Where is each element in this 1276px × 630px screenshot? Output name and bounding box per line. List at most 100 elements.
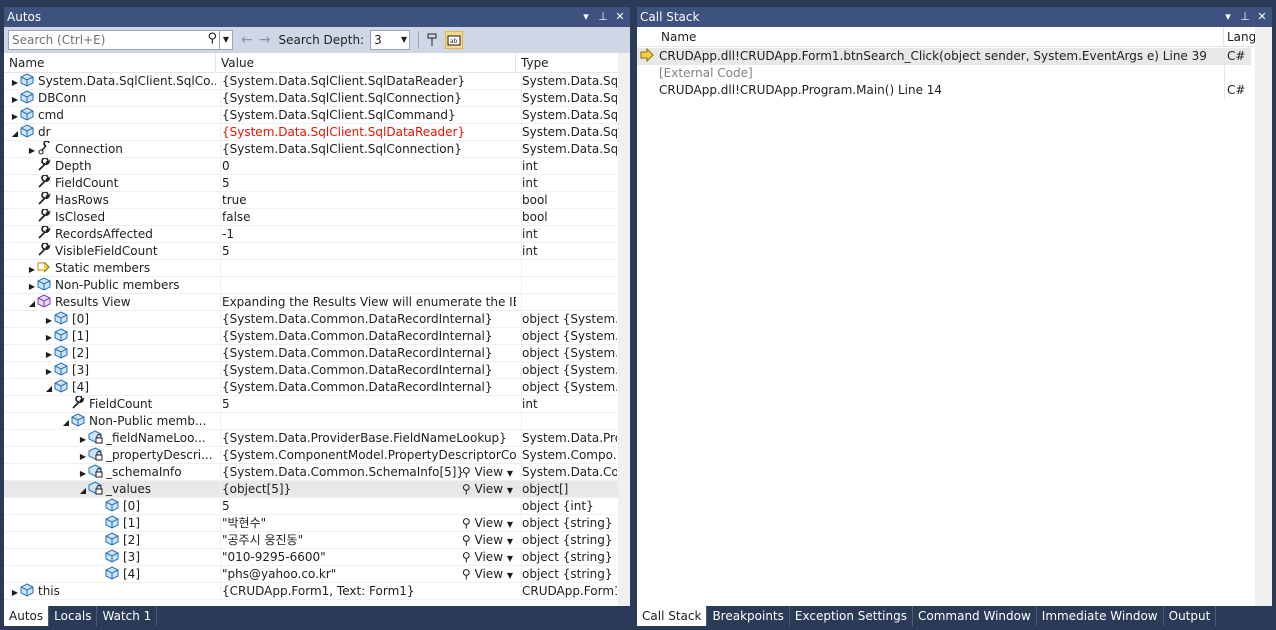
- table-row[interactable]: ▶ System.Data.SqlClient.SqlCo... {System.D…: [4, 73, 630, 90]
- column-value[interactable]: Value: [216, 53, 516, 73]
- callstack-row[interactable]: CRUDApp.dll!CRUDApp.Form1.btnSearch_Clic…: [637, 47, 1251, 65]
- table-row[interactable]: RecordsAffected -1 int: [4, 226, 630, 243]
- search-icon[interactable]: ⚲: [207, 31, 217, 46]
- view-button[interactable]: ⚲ View ▼: [462, 566, 513, 583]
- expand-arrow-icon[interactable]: ▶: [10, 91, 20, 107]
- table-row[interactable]: FieldCount 5 int: [4, 396, 630, 413]
- table-row[interactable]: [2] "공주시 웅진동" ⚲ View ▼ object {string}: [4, 532, 630, 549]
- table-row[interactable]: ▶ _propertyDescri... {System.ComponentMode…: [4, 447, 630, 464]
- view-button[interactable]: ⚲ View ▼: [462, 515, 513, 532]
- expand-arrow-icon[interactable]: ▶: [10, 74, 20, 90]
- column-name[interactable]: Name: [653, 27, 1224, 47]
- table-row[interactable]: ◢ _values {object[5]} ⚲ View ▼ object[]: [4, 481, 630, 498]
- table-row[interactable]: ◢ Non-Public memb...: [4, 413, 630, 430]
- table-row[interactable]: ▶ [3] {System.Data.Common.DataRecordIntern…: [4, 362, 630, 379]
- expand-arrow-icon[interactable]: ▶: [27, 278, 37, 294]
- table-row[interactable]: [3] "010-9295-6600" ⚲ View ▼ object {string…: [4, 549, 630, 566]
- tab-breakpoints[interactable]: Breakpoints: [707, 606, 790, 626]
- expand-arrow-icon[interactable]: ▶: [44, 329, 54, 345]
- table-row[interactable]: ◢ dr {System.Data.SqlClient.SqlDataReader}…: [4, 124, 630, 141]
- table-row[interactable]: ▶ DBConn {System.Data.SqlClient.SqlConnect…: [4, 90, 630, 107]
- expand-arrow-icon[interactable]: ▶: [78, 448, 88, 464]
- table-row[interactable]: IsClosed false bool: [4, 209, 630, 226]
- tab-command-window[interactable]: Command Window: [913, 606, 1037, 626]
- tab-call-stack[interactable]: Call Stack: [637, 606, 708, 626]
- back-arrow-icon[interactable]: ←: [241, 32, 253, 48]
- search-options-dropdown[interactable]: ▼: [220, 30, 233, 50]
- dropdown-icon[interactable]: ▾: [1222, 7, 1234, 27]
- tab-watch-1[interactable]: Watch 1: [97, 606, 158, 626]
- tab-autos[interactable]: Autos: [4, 606, 50, 626]
- column-name[interactable]: Name: [4, 53, 216, 73]
- expand-arrow-icon[interactable]: ▶: [27, 261, 37, 277]
- search-input[interactable]: Search (Ctrl+E) ⚲: [8, 30, 220, 50]
- static-members-icon: [37, 261, 55, 275]
- view-button[interactable]: ⚲ View ▼: [462, 532, 513, 549]
- pin-icon[interactable]: ⊥: [597, 7, 609, 27]
- expand-arrow-icon[interactable]: ▶: [10, 584, 20, 600]
- table-row[interactable]: ▶ Static members: [4, 260, 630, 277]
- column-type[interactable]: Type: [516, 53, 618, 73]
- callstack-row[interactable]: CRUDApp.dll!CRUDApp.Program.Main() Line …: [637, 82, 1251, 99]
- view-button[interactable]: ⚲ View ▼: [462, 549, 513, 566]
- table-row[interactable]: ▶ [1] {System.Data.Common.DataRecordIntern…: [4, 328, 630, 345]
- column-lang[interactable]: Lang: [1224, 27, 1256, 47]
- collapse-arrow-icon[interactable]: ◢: [61, 414, 71, 430]
- collapse-arrow-icon[interactable]: ◢: [78, 482, 88, 498]
- table-row[interactable]: [1] "박현수" ⚲ View ▼ object {string}: [4, 515, 630, 532]
- tab-output[interactable]: Output: [1164, 606, 1217, 626]
- table-row[interactable]: VisibleFieldCount 5 int: [4, 243, 630, 260]
- table-row[interactable]: ▶ cmd {System.Data.SqlClient.SqlCommand} Sy…: [4, 107, 630, 124]
- property-icon: [37, 226, 55, 241]
- expand-arrow-icon[interactable]: ▶: [10, 108, 20, 124]
- tab-immediate-window[interactable]: Immediate Window: [1037, 606, 1164, 626]
- table-row[interactable]: FieldCount 5 int: [4, 175, 630, 192]
- expand-arrow-icon[interactable]: ▶: [27, 142, 37, 158]
- close-icon[interactable]: ✕: [1256, 7, 1268, 27]
- dropdown-icon[interactable]: ▾: [580, 7, 592, 27]
- row-type: object {System....: [521, 328, 617, 345]
- pin-icon[interactable]: ⊥: [1239, 7, 1251, 27]
- table-row[interactable]: ▶ this {CRUDApp.Form1, Text: Form1} CRUDApp…: [4, 583, 630, 600]
- magnifier-icon: ⚲: [461, 550, 471, 564]
- vertical-scrollbar[interactable]: [618, 53, 630, 606]
- expand-arrow-icon[interactable]: ▶: [44, 346, 54, 362]
- hex-display-icon[interactable]: ab: [445, 31, 464, 49]
- row-type: bool: [521, 209, 617, 226]
- table-row[interactable]: ▶ Connection {System.Data.SqlClient.SqlCon…: [4, 141, 630, 158]
- vertical-scrollbar[interactable]: [1255, 27, 1272, 606]
- row-type: System.Data.Sql...: [521, 90, 617, 107]
- row-name: IsClosed: [55, 210, 106, 224]
- expand-arrow-icon[interactable]: ▶: [78, 431, 88, 447]
- collapse-arrow-icon[interactable]: ◢: [10, 125, 20, 141]
- expand-arrow-icon[interactable]: ▶: [78, 465, 88, 481]
- collapse-arrow-icon[interactable]: ◢: [27, 295, 37, 311]
- forward-arrow-icon[interactable]: →: [259, 32, 271, 48]
- expand-arrow-icon[interactable]: ▶: [44, 363, 54, 379]
- table-row[interactable]: Depth 0 int: [4, 158, 630, 175]
- field-icon: [54, 311, 72, 326]
- tab-exception-settings[interactable]: Exception Settings: [790, 606, 913, 626]
- expand-arrow-icon[interactable]: ▶: [44, 312, 54, 328]
- field-icon: [54, 379, 72, 394]
- close-icon[interactable]: ✕: [614, 7, 626, 27]
- pin-source-icon[interactable]: [423, 31, 441, 49]
- table-row[interactable]: ▶ _schemaInfo {System.Data.Common.SchemaIn…: [4, 464, 630, 481]
- row-name: DBConn: [38, 91, 87, 105]
- collapse-arrow-icon[interactable]: ◢: [44, 380, 54, 396]
- table-row[interactable]: ▶ _fieldNameLoo... {System.Data.ProviderBa…: [4, 430, 630, 447]
- table-row[interactable]: ▶ [2] {System.Data.Common.DataRecordIntern…: [4, 345, 630, 362]
- table-row[interactable]: ▶ [0] {System.Data.Common.DataRecordIntern…: [4, 311, 630, 328]
- table-row[interactable]: ◢ Results View Expanding the Results View …: [4, 294, 630, 311]
- table-row[interactable]: [4] "phs@yahoo.co.kr" ⚲ View ▼ object {stri…: [4, 566, 630, 583]
- callstack-row[interactable]: [External Code]: [637, 65, 1251, 82]
- table-row[interactable]: HasRows true bool: [4, 192, 630, 209]
- table-row[interactable]: [0] 5 object {int}: [4, 498, 630, 515]
- toolbar-separator: [418, 31, 420, 49]
- table-row[interactable]: ▶ Non-Public members: [4, 277, 630, 294]
- view-button[interactable]: ⚲ View ▼: [462, 481, 513, 498]
- search-depth-select[interactable]: 3 ▼: [370, 30, 411, 50]
- view-button[interactable]: ⚲ View ▼: [462, 464, 513, 481]
- table-row[interactable]: ◢ [4] {System.Data.Common.DataRecordIntern…: [4, 379, 630, 396]
- tab-locals[interactable]: Locals: [49, 606, 98, 626]
